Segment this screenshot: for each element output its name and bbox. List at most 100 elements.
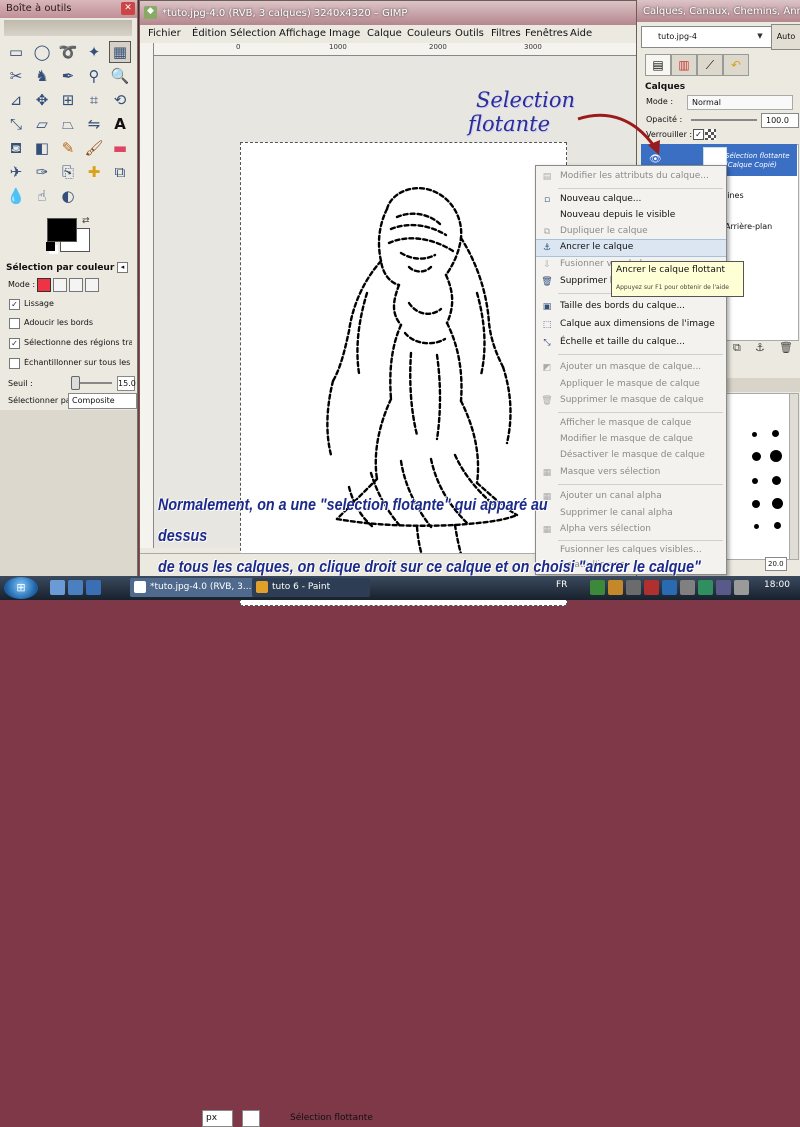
brush-icon[interactable] bbox=[752, 452, 761, 461]
clone-icon[interactable]: ⎘ bbox=[58, 162, 78, 182]
menu-item-delete-mask[interactable]: 🗑 Supprimer le masque de calque bbox=[536, 393, 726, 409]
duplicate-layer-icon[interactable]: ⧉ bbox=[733, 341, 741, 355]
lock-alpha-icon[interactable] bbox=[705, 129, 716, 140]
dodge-burn-icon[interactable]: ◐ bbox=[58, 186, 78, 206]
start-button[interactable]: ⊞ bbox=[4, 577, 38, 599]
lissage-checkbox[interactable]: ✓ bbox=[9, 299, 20, 310]
task-paint[interactable]: tuto 6 - Paint bbox=[252, 578, 370, 597]
tray-icon[interactable] bbox=[590, 580, 605, 595]
brush-icon[interactable] bbox=[772, 498, 783, 509]
heal-icon[interactable]: ✚ bbox=[84, 162, 104, 182]
foreground-color-swatch[interactable] bbox=[47, 218, 77, 242]
mode-replace-icon[interactable] bbox=[37, 278, 51, 292]
menu-item-add-mask[interactable]: ◩ Ajouter un masque de calque... bbox=[536, 360, 726, 376]
color-picker-icon[interactable]: ⚲ bbox=[84, 66, 104, 86]
lock-pixels-checkbox[interactable]: ✓ bbox=[693, 129, 704, 140]
lasso-icon[interactable]: ➰ bbox=[58, 42, 78, 62]
menu-couleurs[interactable]: Couleurs bbox=[407, 28, 451, 39]
scale-icon[interactable]: ⤡ bbox=[6, 114, 26, 134]
text-tool-icon[interactable]: A bbox=[110, 114, 130, 134]
smudge-icon[interactable]: ☝ bbox=[32, 186, 52, 206]
unit-combo[interactable]: px bbox=[202, 1110, 233, 1127]
paintbrush-icon[interactable]: 🖌 bbox=[84, 138, 104, 158]
zoom-combo[interactable] bbox=[242, 1110, 260, 1127]
tray-icon[interactable] bbox=[716, 580, 731, 595]
menu-item-modify-attributes[interactable]: ▤ Modifier les attributs du calque... bbox=[536, 169, 726, 185]
menu-fichier[interactable]: Fichier bbox=[148, 28, 181, 39]
layer-mode-combo[interactable]: Normal bbox=[687, 95, 793, 110]
menu-item-edit-mask[interactable]: Modifier le masque de calque bbox=[536, 432, 726, 448]
menu-aide[interactable]: Aide bbox=[570, 28, 592, 39]
menu-fenetres[interactable]: Fenêtres bbox=[525, 28, 568, 39]
menu-item-new-layer[interactable]: ▫ Nouveau calque... bbox=[536, 192, 726, 208]
select-by-color-icon[interactable]: ▦ bbox=[109, 41, 131, 63]
delete-layer-icon[interactable]: 🗑 bbox=[779, 341, 793, 354]
vertical-ruler[interactable] bbox=[140, 43, 154, 548]
menu-item-apply-mask[interactable]: Appliquer le masque de calque bbox=[536, 377, 726, 393]
threshold-slider-thumb[interactable] bbox=[71, 376, 80, 390]
show-desktop-icon[interactable] bbox=[50, 580, 65, 595]
tray-icon[interactable] bbox=[680, 580, 695, 595]
menu-item-duplicate[interactable]: ⧉ Dupliquer le calque bbox=[536, 224, 726, 240]
zoom-icon[interactable]: 🔍 bbox=[110, 66, 130, 86]
tray-icon[interactable] bbox=[626, 580, 641, 595]
pencil-icon[interactable]: ✎ bbox=[58, 138, 78, 158]
tray-icon[interactable] bbox=[662, 580, 677, 595]
tab-channels[interactable]: ▥ bbox=[671, 54, 697, 76]
threshold-value[interactable]: 15.0 bbox=[117, 376, 136, 391]
menu-image[interactable]: Image bbox=[329, 28, 360, 39]
auto-button[interactable]: Auto bbox=[771, 24, 800, 50]
clock[interactable]: 18:00 bbox=[764, 580, 790, 590]
menu-item-boundary-size[interactable]: ▣ Taille des bords du calque... bbox=[536, 299, 726, 315]
language-indicator[interactable]: FR bbox=[556, 580, 567, 590]
chevron-down-icon[interactable]: ▼ bbox=[754, 27, 766, 45]
brush-icon[interactable] bbox=[770, 450, 782, 462]
crop-icon[interactable]: ⌗ bbox=[84, 90, 104, 110]
horizontal-ruler[interactable]: 0 1000 2000 3000 bbox=[154, 43, 636, 56]
brush-size-value[interactable]: 20.0 bbox=[765, 557, 787, 571]
shear-icon[interactable]: ▱ bbox=[32, 114, 52, 134]
brush-icon[interactable] bbox=[772, 430, 779, 437]
ellipse-select-icon[interactable]: ◯ bbox=[32, 42, 52, 62]
flip-icon[interactable]: ⇋ bbox=[84, 114, 104, 134]
mode-intersect-icon[interactable] bbox=[85, 278, 99, 292]
menu-filtres[interactable]: Filtres bbox=[491, 28, 521, 39]
brush-icon[interactable] bbox=[774, 522, 781, 529]
move-icon[interactable]: ✥ bbox=[32, 90, 52, 110]
anchor-layer-icon[interactable]: ⚓ bbox=[755, 341, 765, 354]
scissors-icon[interactable]: ✂ bbox=[6, 66, 26, 86]
perspective-clone-icon[interactable]: ⧉ bbox=[110, 162, 130, 182]
adoucir-checkbox[interactable] bbox=[9, 318, 20, 329]
brush-icon[interactable] bbox=[752, 432, 757, 437]
menu-item-new-from-visible[interactable]: Nouveau depuis le visible bbox=[536, 208, 726, 224]
opacity-slider[interactable] bbox=[691, 119, 757, 121]
brush-icon[interactable] bbox=[754, 524, 759, 529]
mode-add-icon[interactable] bbox=[53, 278, 67, 292]
menu-item-anchor-layer[interactable]: ⚓ Ancrer le calque bbox=[536, 239, 726, 257]
measure-icon[interactable]: ⊿ bbox=[6, 90, 26, 110]
tab-paths[interactable]: ⟋ bbox=[697, 54, 723, 76]
swap-colors-icon[interactable]: ⇄ bbox=[82, 216, 90, 226]
tab-layers[interactable]: ▤ bbox=[645, 54, 671, 76]
paths-icon[interactable]: ✒ bbox=[58, 66, 78, 86]
switch-windows-icon[interactable] bbox=[68, 580, 83, 595]
menu-item-add-alpha[interactable]: ▦ Ajouter un canal alpha bbox=[536, 489, 726, 505]
tray-icon[interactable] bbox=[608, 580, 623, 595]
foreground-select-icon[interactable]: ♞ bbox=[32, 66, 52, 86]
task-gimp[interactable]: *tuto.jpg-4.0 (RVB, 3... bbox=[130, 578, 262, 597]
menu-item-show-mask[interactable]: Afficher le masque de calque bbox=[536, 416, 726, 432]
brush-icon[interactable] bbox=[752, 500, 760, 508]
sample-merged-checkbox[interactable] bbox=[9, 358, 20, 369]
tab-undo[interactable]: ↶ bbox=[723, 54, 749, 76]
menu-edition[interactable]: Édition bbox=[192, 28, 227, 39]
transparent-checkbox[interactable]: ✓ bbox=[9, 338, 20, 349]
airbrush-icon[interactable]: ✈ bbox=[6, 162, 26, 182]
tray-icon[interactable] bbox=[698, 580, 713, 595]
tray-icon[interactable] bbox=[644, 580, 659, 595]
rotate-icon[interactable]: ⟲ bbox=[110, 90, 130, 110]
close-icon[interactable]: ✕ bbox=[121, 2, 135, 15]
align-icon[interactable]: ⊞ bbox=[58, 90, 78, 110]
rect-select-icon[interactable]: ▭ bbox=[6, 42, 26, 62]
brush-icon[interactable] bbox=[752, 478, 758, 484]
brush-icon[interactable] bbox=[772, 476, 781, 485]
